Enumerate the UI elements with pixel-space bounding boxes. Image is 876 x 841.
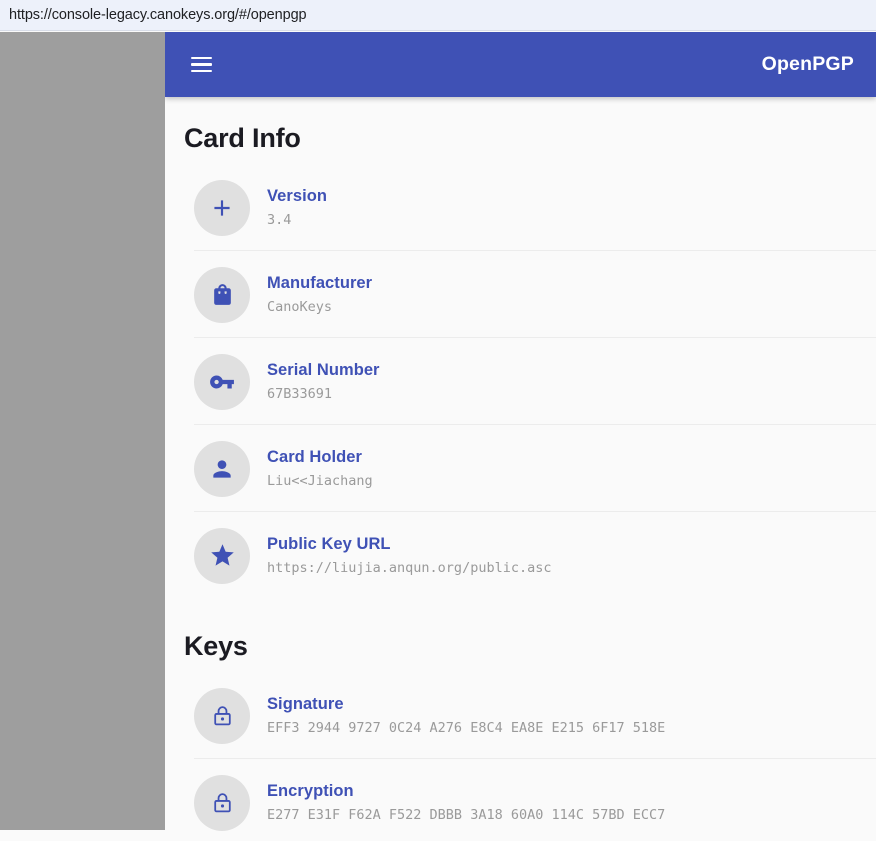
list-item-value: EFF3 2944 9727 0C24 A276 E8C4 EA8E E215 … — [267, 720, 666, 736]
list-item-label: Version — [267, 186, 327, 205]
list-item-text: Card Holder Liu<<Jiachang — [267, 446, 373, 492]
section-title-keys: Keys — [184, 631, 248, 661]
person-icon — [194, 440, 250, 497]
lock-icon — [194, 774, 250, 831]
list-item-text: Serial Number 67B33691 — [267, 359, 380, 405]
list-item-value: https://liujia.anqun.org/public.asc — [267, 560, 552, 576]
lock-icon — [194, 687, 250, 744]
list-item-text: Public Key URL https://liujia.anqun.org/… — [267, 533, 551, 579]
section-title-card-info: Card Info — [184, 123, 301, 153]
plus-icon — [194, 179, 250, 236]
main-content: Card Info Version 3.4 Manufacturer CanoK… — [165, 97, 876, 841]
app-bar-title: OpenPGP — [761, 53, 854, 75]
hamburger-menu-icon[interactable] — [181, 45, 221, 85]
list-item-text: Signature EFF3 2944 9727 0C24 A276 E8C4 … — [267, 693, 665, 739]
app-shell: OpenPGP Card Info Version 3.4 Manufactur… — [165, 32, 876, 841]
list-item-value: Liu<<Jiachang — [267, 473, 373, 489]
list-item-version[interactable]: Version 3.4 — [165, 164, 876, 251]
list-item-signature[interactable]: Signature EFF3 2944 9727 0C24 A276 E8C4 … — [165, 672, 876, 759]
list-item-value: 3.4 — [267, 212, 292, 228]
list-item-text: Manufacturer CanoKeys — [267, 272, 372, 318]
vpn-key-icon — [194, 353, 250, 410]
browser-url-bar[interactable]: https://console-legacy.canokeys.org/#/op… — [0, 0, 876, 31]
list-item-label: Manufacturer — [267, 273, 373, 292]
list-item-serial-number[interactable]: Serial Number 67B33691 — [165, 338, 876, 425]
page-viewport: OpenPGP Card Info Version 3.4 Manufactur… — [0, 32, 876, 841]
app-bar: OpenPGP — [165, 32, 876, 97]
list-item-label: Encryption — [267, 781, 354, 800]
drawer-scrim-overlay[interactable] — [0, 32, 165, 830]
url-text: https://console-legacy.canokeys.org/#/op… — [9, 7, 307, 23]
keys-list: Signature EFF3 2944 9727 0C24 A276 E8C4 … — [165, 672, 876, 841]
list-item-value: E277 E31F F62A F522 DBBB 3A18 60A0 114C … — [267, 807, 666, 823]
list-item-label: Card Holder — [267, 447, 362, 466]
list-item-label: Serial Number — [267, 360, 380, 379]
list-item-label: Public Key URL — [267, 534, 391, 553]
list-item-encryption[interactable]: Encryption E277 E31F F62A F522 DBBB 3A18… — [165, 759, 876, 841]
list-item-value: 67B33691 — [267, 386, 333, 402]
list-item-text: Encryption E277 E31F F62A F522 DBBB 3A18… — [267, 780, 665, 826]
list-item-manufacturer[interactable]: Manufacturer CanoKeys — [165, 251, 876, 338]
list-item-text: Version 3.4 — [267, 185, 327, 231]
star-icon — [194, 527, 250, 584]
shopping-bag-icon — [194, 266, 250, 323]
card-info-list: Version 3.4 Manufacturer CanoKeys Serial… — [165, 164, 876, 599]
list-item-card-holder[interactable]: Card Holder Liu<<Jiachang — [165, 425, 876, 512]
list-item-label: Signature — [267, 694, 344, 713]
list-item-public-key-url[interactable]: Public Key URL https://liujia.anqun.org/… — [165, 512, 876, 599]
list-item-value: CanoKeys — [267, 299, 333, 315]
